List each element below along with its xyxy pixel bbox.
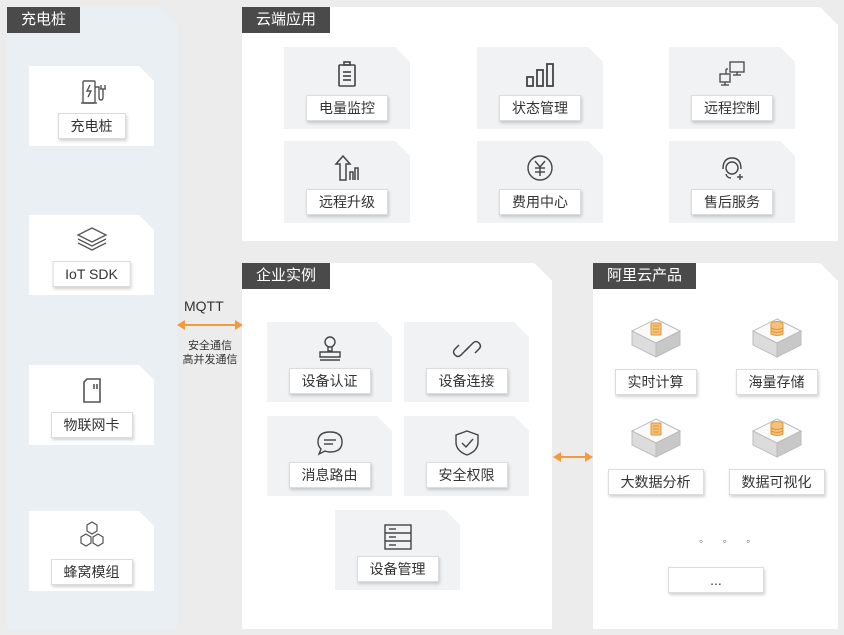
cellular-module-card[interactable]: 蜂窝模组 [29,511,154,591]
realtime-compute-label: 实时计算 [614,369,697,395]
status-management-label: 状态管理 [499,95,581,121]
cloud-apps-panel-title: 云端应用 [242,7,331,33]
power-monitor-label: 电量监控 [306,95,388,121]
mass-storage-card[interactable]: 海量存储 [724,315,829,397]
remote-upgrade-card[interactable]: 远程升级 [284,141,410,223]
enterprise-aliyun-arrow [553,452,593,462]
charging-pile-panel: 充电桩 充电桩 IoT SDK 物联网卡 蜂窝模组 [7,7,177,629]
device-auth-label: 设备认证 [288,368,371,394]
cloud-apps-panel: 云端应用 电量监控 状态管理 远程控制 远程升级 费用中心 售后服务 [242,7,838,241]
calculator-cube-icon [628,415,684,463]
status-management-card[interactable]: 状态管理 [477,47,603,129]
power-monitor-card[interactable]: 电量监控 [284,47,410,129]
billing-center-label: 费用中心 [499,189,581,215]
data-visualization-card[interactable]: 数据可视化 [719,415,834,497]
remote-control-card[interactable]: 远程控制 [669,47,795,129]
security-permission-card[interactable]: 安全权限 [404,416,529,496]
mqtt-note-line1: 安全通信 [188,340,232,352]
device-management-label: 设备管理 [356,556,439,582]
aliyun-products-panel: 阿里云产品 实时计算 海量存储 大数据分析 数据可视化 ◦ ◦ ◦ ... [593,263,838,629]
security-permission-label: 安全权限 [425,462,508,488]
message-routing-label: 消息路由 [288,462,371,488]
storage-cube-icon [749,315,805,363]
charging-pile-panel-title: 充电桩 [7,7,81,33]
mass-storage-label: 海量存储 [735,369,818,395]
yen-coin-icon [525,153,555,183]
iot-card-card[interactable]: 物联网卡 [29,365,154,445]
storage-cube-icon [749,415,805,463]
charging-pile-icon [77,77,107,107]
remote-upgrade-label: 远程升级 [306,189,388,215]
charging-pile-label: 充电桩 [57,113,126,139]
realtime-compute-card[interactable]: 实时计算 [603,315,708,397]
sim-card-icon [79,376,105,406]
billing-center-card[interactable]: 费用中心 [477,141,603,223]
remote-control-label: 远程控制 [691,95,773,121]
mqtt-note-line2: 高并发通信 [182,354,238,366]
server-rack-icon [382,522,414,552]
more-products-card[interactable]: ... [668,567,764,593]
aliyun-products-panel-title: 阿里云产品 [593,263,697,289]
customer-service-icon [717,153,747,183]
battery-icon [335,59,359,89]
iot-sdk-label: IoT SDK [52,261,131,287]
after-sales-label: 售后服务 [691,189,773,215]
iot-card-label: 物联网卡 [50,412,133,438]
bar-status-icon [524,61,556,89]
device-auth-card[interactable]: 设备认证 [267,322,392,402]
stamp-icon [315,334,345,364]
more-products-label: ... [668,567,764,593]
iot-sdk-card[interactable]: IoT SDK [29,215,154,295]
enterprise-instance-panel-title: 企业实例 [242,263,331,289]
upgrade-arrow-icon [332,153,362,183]
device-connection-label: 设备连接 [425,368,508,394]
remote-computers-icon [717,59,747,89]
device-management-card[interactable]: 设备管理 [335,510,460,590]
big-data-analysis-label: 大数据分析 [607,469,704,495]
cellular-module-label: 蜂窝模组 [50,559,133,585]
mqtt-label: MQTT [184,298,224,314]
link-icon [452,334,482,364]
shield-check-icon [452,428,482,458]
mqtt-arrow [177,320,243,330]
more-dots: ◦ ◦ ◦ [699,534,759,548]
after-sales-card[interactable]: 售后服务 [669,141,795,223]
message-routing-card[interactable]: 消息路由 [267,416,392,496]
charging-pile-card[interactable]: 充电桩 [29,66,154,146]
mqtt-note: 安全通信 高并发通信 [177,339,243,367]
layers-icon [75,224,109,254]
data-visualization-label: 数据可视化 [728,469,825,495]
big-data-analysis-card[interactable]: 大数据分析 [598,415,713,497]
hexagon-module-icon [77,520,107,550]
enterprise-instance-panel: 企业实例 设备认证 设备连接 消息路由 安全权限 设备管理 [242,263,552,629]
message-icon [315,428,345,458]
device-connection-card[interactable]: 设备连接 [404,322,529,402]
calculator-cube-icon [628,315,684,363]
